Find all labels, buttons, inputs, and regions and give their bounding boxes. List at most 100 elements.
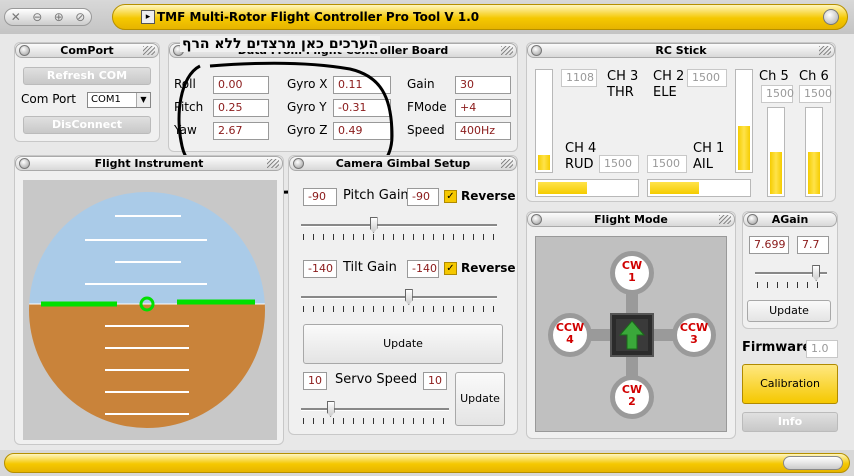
annotation-text: הערכים כאן מרצדים ללא הרף [180,36,381,52]
ch6-bar [805,107,823,197]
motor-3: CCW 3 [672,313,716,357]
disconnect-button[interactable]: DisConnect [23,116,151,134]
tilt-slider-thumb[interactable] [404,289,413,305]
pitch-reverse-checkbox[interactable]: ✓ [444,190,457,203]
pitch-gain-min[interactable]: -90 [303,188,337,206]
pitch-slider-ticks [303,234,497,240]
fmode-label: FMode [407,100,447,114]
ch4-name: CH 4 [565,141,597,156]
quad-diagram: CW 1 CCW 4 CCW 3 CW 2 [535,236,727,432]
tilt-slider-track [301,296,497,299]
flight-instrument-panel: Flight Instrument [14,155,284,445]
again-slider-ticks [757,282,827,288]
ch1-name: CH 1 [693,141,725,156]
grip-icon [267,159,279,168]
ch1-bar [647,179,751,197]
info-button[interactable]: Info [742,412,838,432]
servo-update-button[interactable]: Update [455,372,505,426]
app-menu-icon[interactable]: ▸ [141,10,155,24]
ch2-fill [738,126,750,170]
ch5-bar [767,107,785,197]
panel-dot-icon [19,45,30,56]
grip-icon [501,159,513,168]
servo-slider-thumb[interactable] [326,401,335,417]
gain-field[interactable]: 30 [455,76,511,94]
window-controls: ✕ ⊖ ⊕ ⊘ [4,8,92,26]
ch5-name: Ch 5 [759,69,789,84]
ch5-fill [770,152,782,194]
flight-controller-board [610,313,654,357]
tilt-gain-min[interactable]: -140 [303,260,337,278]
tilt-reverse-checkbox[interactable]: ✓ [444,262,457,275]
ch4-fill [538,182,587,194]
pitch-slider-thumb[interactable] [369,217,378,233]
ch1-fill [650,182,699,194]
again-value-2[interactable]: 7.7 [797,236,829,254]
firmware-version: 1.0 [806,340,838,358]
calibration-button[interactable]: Calibration [742,364,838,404]
motor-1: CW 1 [610,251,654,295]
gain-label: Gain [407,77,435,91]
panel-dot-icon [531,45,542,56]
status-pill [4,453,850,473]
grip-icon [501,46,513,55]
window-title: TMF Multi-Rotor Flight Controller Pro To… [157,10,480,24]
title-pill: ▸ TMF Multi-Rotor Flight Controller Pro … [112,4,848,30]
refresh-com-button[interactable]: Refresh COM [23,67,151,85]
com-port-label: Com Port [21,92,77,106]
attitude-indicator [23,180,277,440]
ch2-bar [735,69,753,173]
again-update-button[interactable]: Update [747,300,831,322]
restore-icon[interactable]: ⊘ [75,10,85,24]
pitch-gain-max[interactable]: -90 [407,188,439,206]
minimize-icon[interactable]: ⊖ [32,10,42,24]
tilt-reverse-label: Reverse [461,261,516,275]
firmware-label: Firmware [742,340,812,355]
comport-panel: ComPort Refresh COM Com Port COM1 ▼ DisCo… [14,42,160,142]
ch6-fill [808,152,820,194]
tilt-gain-label: Tilt Gain [343,260,397,275]
ch3-fill [538,155,550,170]
again-slider-thumb[interactable] [812,265,821,281]
pitch-gain-label: Pitch Gain [343,188,409,203]
ch1-value: 1500 [647,155,687,173]
ch2-sub: ELE [653,85,677,100]
chevron-down-icon: ▼ [136,93,150,107]
gimbal-header: Camera Gimbal Setup [289,156,517,171]
ch1-sub: AIL [693,157,713,172]
rc-stick-panel: RC Stick 1108 CH 3 THR CH 2 ELE 1500 CH … [526,42,836,202]
again-header: AGain [743,212,837,227]
servo-speed-min[interactable]: 10 [303,372,327,390]
ch3-bar [535,69,553,173]
com-port-select[interactable]: COM1 ▼ [87,92,151,108]
pitch-reverse-label: Reverse [461,189,516,203]
ch4-sub: RUD [565,157,594,172]
servo-speed-max[interactable]: 10 [423,372,447,390]
flight-mode-header: Flight Mode [527,212,735,227]
ch4-value: 1500 [599,155,639,173]
tilt-slider-ticks [303,306,497,312]
servo-slider-track [301,408,449,411]
comport-header: ComPort [15,43,159,58]
grip-icon [719,215,731,224]
ch3-sub: THR [607,85,634,100]
panel-dot-icon [747,214,758,225]
maximize-icon[interactable]: ⊕ [54,10,64,24]
title-knob-icon[interactable] [823,9,839,25]
ch2-value: 1500 [687,69,727,87]
gimbal-panel: Camera Gimbal Setup -90 Pitch Gain -90 ✓… [288,155,518,435]
status-scroll-handle[interactable] [783,456,843,470]
motor-2: CW 2 [610,375,654,419]
ch6-value: 1500 [799,85,832,103]
ch5-value: 1500 [761,85,794,103]
again-value-1[interactable]: 7.699 [749,236,789,254]
ch3-value: 1108 [561,69,597,87]
gimbal-update-button[interactable]: Update [303,324,503,364]
flight-mode-panel: Flight Mode CW 1 CCW 4 CCW 3 CW 2 [526,211,736,439]
speed-field[interactable]: 400Hz [455,122,511,140]
tilt-gain-max[interactable]: -140 [407,260,439,278]
ch2-name: CH 2 [653,69,685,84]
fmode-field[interactable]: +4 [455,99,511,117]
ch4-bar [535,179,639,197]
close-icon[interactable]: ✕ [11,10,21,24]
